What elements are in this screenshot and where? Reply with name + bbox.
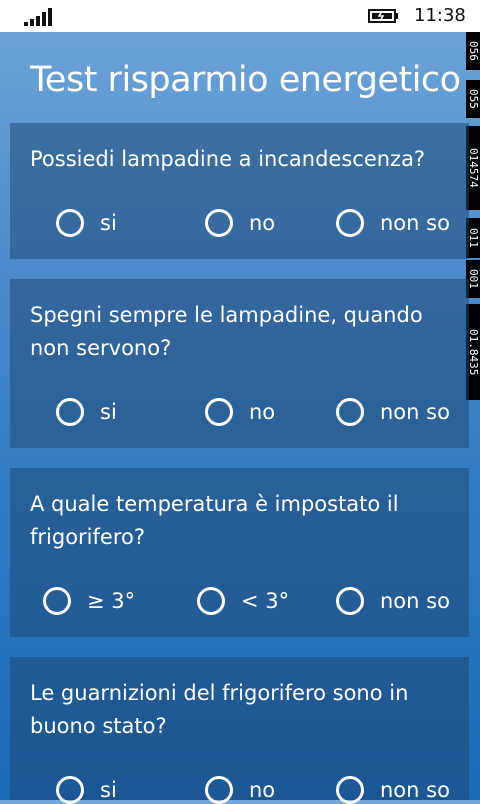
signal-strength-icon [24,8,52,26]
status-bar: 11:38 [0,0,480,32]
option-label: no [249,400,276,424]
option-label: < 3° [241,589,290,613]
question-card: Spegni sempre le lampadine, quando non s… [10,279,469,448]
option-label: no [249,211,276,235]
option-non-so[interactable]: non so [336,587,450,615]
option-label: si [100,778,117,802]
option-label: non so [380,778,450,802]
option-label: non so [380,400,450,424]
option-no[interactable]: no [205,209,275,237]
option-label: si [100,400,117,424]
debug-counter: 056 [466,32,480,70]
radio-button-icon[interactable] [56,398,84,426]
option-lt-3[interactable]: < 3° [197,587,289,615]
debug-counter: 055 [466,80,480,118]
question-card: Possiedi lampadine a incandescenza? si n… [10,123,469,259]
clock: 11:38 [414,5,466,26]
question-text: A quale temperatura è impostato il frigo… [30,492,399,549]
page-title: Test risparmio energetico [30,60,461,100]
question-card: Le guarnizioni del frigorifero sono in b… [10,657,469,804]
radio-button-icon[interactable] [336,587,364,615]
question-text: Possiedi lampadine a incandescenza? [30,147,426,171]
option-ge-3[interactable]: ≥ 3° [43,587,135,615]
option-si[interactable]: si [56,209,117,237]
radio-button-icon[interactable] [56,209,84,237]
option-label: ≥ 3° [87,589,136,613]
radio-button-icon[interactable] [336,398,364,426]
radio-button-icon[interactable] [205,209,233,237]
question-card: A quale temperatura è impostato il frigo… [10,468,469,637]
option-non-so[interactable]: non so [336,209,450,237]
radio-button-icon[interactable] [43,587,71,615]
radio-button-icon[interactable] [205,398,233,426]
radio-button-icon[interactable] [336,209,364,237]
option-si[interactable]: si [56,398,117,426]
option-label: no [249,778,276,802]
battery-charging-icon [368,9,398,23]
option-no[interactable]: no [205,398,275,426]
option-label: si [100,211,117,235]
radio-button-icon[interactable] [197,587,225,615]
option-non-so[interactable]: non so [336,398,450,426]
option-label: non so [380,589,450,613]
question-text: Le guarnizioni del frigorifero sono in b… [30,681,409,738]
option-label: non so [380,211,450,235]
question-text: Spegni sempre le lampadine, quando non s… [30,303,423,360]
